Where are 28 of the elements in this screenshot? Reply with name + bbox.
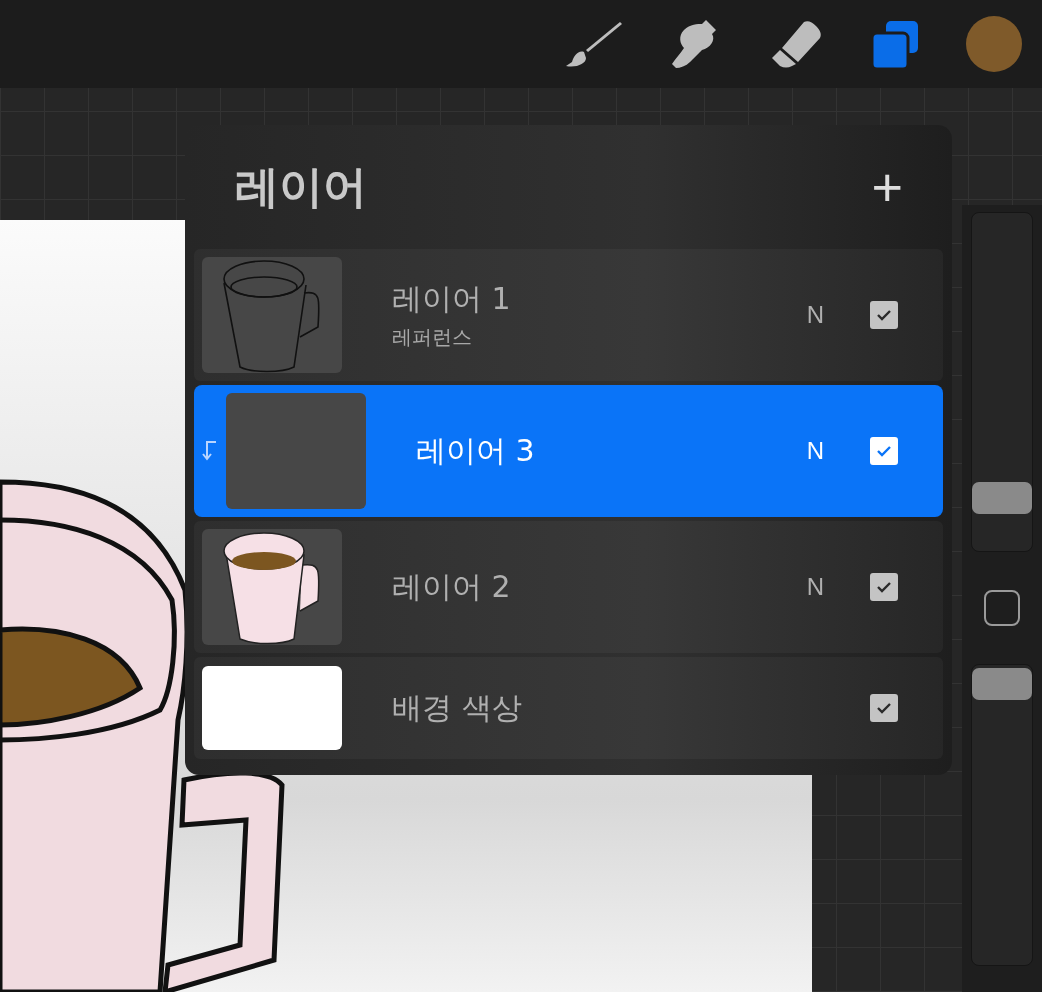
layer-name: 레이어 3	[416, 431, 536, 470]
panel-title: 레이어	[235, 159, 367, 214]
layer-name: 레이어 2	[392, 567, 512, 606]
color-swatch[interactable]	[966, 16, 1022, 72]
checkmark-icon	[876, 702, 892, 714]
modify-button[interactable]	[984, 590, 1020, 626]
layer-name: 레이어 1	[392, 280, 512, 318]
blend-mode-button[interactable]: N	[806, 301, 824, 329]
brush-size-slider[interactable]	[971, 212, 1033, 552]
layer-row[interactable]: 배경 색상	[194, 657, 943, 759]
checkmark-icon	[876, 445, 892, 457]
blend-mode-button[interactable]: N	[806, 437, 824, 465]
layer-row[interactable]: 레이어 3 N	[194, 385, 943, 517]
slider-thumb[interactable]	[972, 482, 1032, 515]
slider-thumb[interactable]	[972, 667, 1032, 700]
layers-tool-button[interactable]	[870, 19, 920, 69]
blend-mode-button[interactable]: N	[806, 573, 824, 601]
checkmark-icon	[876, 309, 892, 321]
checkmark-icon	[876, 581, 892, 593]
visibility-checkbox[interactable]	[870, 301, 898, 329]
layer-row[interactable]: 레이어 2 N	[194, 521, 943, 653]
visibility-checkbox[interactable]	[870, 694, 898, 722]
visibility-checkbox[interactable]	[870, 573, 898, 601]
layer-name: 배경 색상	[392, 688, 523, 727]
add-layer-button[interactable]: +	[871, 160, 903, 214]
layer-subtitle: 레퍼런스	[392, 324, 473, 351]
layer-row[interactable]: 레이어 1 레퍼런스 N	[194, 249, 943, 381]
opacity-slider[interactable]	[971, 664, 1033, 966]
